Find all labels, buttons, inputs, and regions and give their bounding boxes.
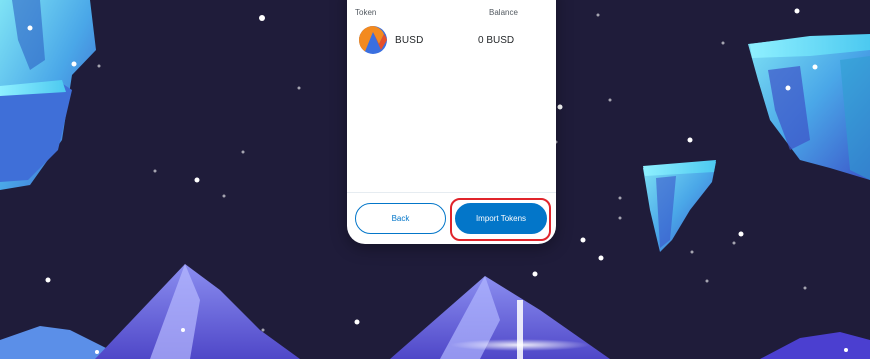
left-iceberg (0, 0, 96, 190)
token-symbol: BUSD (395, 35, 424, 46)
import-button-highlight (450, 198, 551, 241)
balance-column-header: Balance (489, 8, 518, 17)
busd-token-icon (359, 26, 387, 54)
footer-divider (347, 192, 556, 193)
mountains (0, 264, 870, 359)
token-balance: 0 BUSD (478, 35, 515, 46)
small-iceberg (643, 160, 716, 252)
right-iceberg (748, 34, 870, 180)
back-button[interactable]: Back (355, 203, 446, 234)
token-column-header: Token (355, 8, 377, 17)
